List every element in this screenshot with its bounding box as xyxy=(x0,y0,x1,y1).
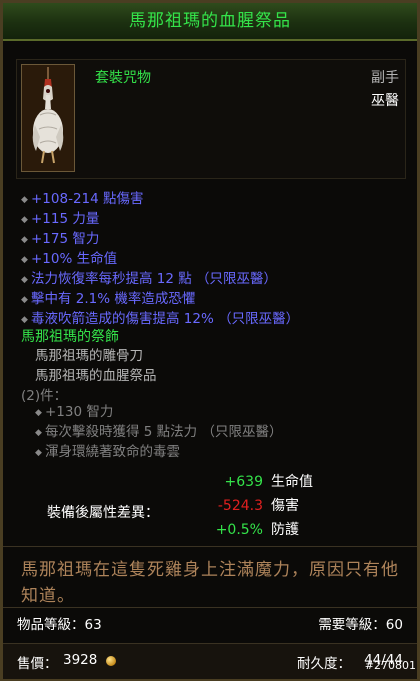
affix-line: ◆ 法力恢復率每秒提高 12 點 （只限巫醫） xyxy=(21,269,299,289)
gold-coin-icon xyxy=(106,656,116,666)
price-value: 3928 xyxy=(63,652,98,668)
set-bonus-line: ◆ +130 智力 xyxy=(35,402,282,422)
affix-line: ◆ +108-214 點傷害 xyxy=(21,189,299,209)
bottom-bar: 售價： 3928 耐久度： 44/44 xyxy=(3,643,417,679)
stat-comparison: 裝備後屬性差異： +639 生命值 -524.3 傷害 +0.5% 防護 xyxy=(3,469,417,545)
diamond-bullet-icon: ◆ xyxy=(21,255,28,265)
item-type: 套裝咒物 xyxy=(95,70,151,86)
title-bar: 馬那祖瑪的血腥祭品 xyxy=(3,3,417,41)
set-bonus-line: ◆ 每次擊殺時獲得 5 點法力 （只限巫醫） xyxy=(35,422,282,442)
set-bonus-line: ◆ 渾身環繞著致命的毒雲 xyxy=(35,442,282,462)
comparison-row: +0.5% 防護 xyxy=(3,519,417,541)
set-name: 馬那祖瑪的祭飾 xyxy=(21,329,119,345)
item-name: 馬那祖瑪的血腥祭品 xyxy=(129,11,291,31)
diamond-bullet-icon: ◆ xyxy=(21,295,28,305)
item-header: 套裝咒物 副手 巫醫 xyxy=(16,59,406,179)
durability-label: 耐久度： xyxy=(297,656,351,672)
comparison-value: -524.3 xyxy=(217,498,263,514)
comparison-stat: 防護 xyxy=(271,522,299,538)
class-restriction: 巫醫 xyxy=(371,93,399,109)
diamond-bullet-icon: ◆ xyxy=(21,275,28,285)
diamond-bullet-icon: ◆ xyxy=(35,428,42,438)
required-level: 需要等級：60 xyxy=(318,617,403,633)
item-icon xyxy=(21,64,75,172)
item-id: #270801 xyxy=(364,659,416,672)
item-level: 物品等級：63 xyxy=(17,617,102,633)
diamond-bullet-icon: ◆ xyxy=(21,235,28,245)
affix-line: ◆ +10% 生命值 xyxy=(21,249,299,269)
comparison-stat: 生命值 xyxy=(271,474,313,490)
set-item-list: 馬那祖瑪的雕骨刀 馬那祖瑪的血腥祭品 xyxy=(35,346,157,386)
item-tooltip: 馬那祖瑪的血腥祭品 套裝咒物 副手 巫醫 ◆ +108-214 點傷害 ◆ +1… xyxy=(0,0,420,681)
diamond-bullet-icon: ◆ xyxy=(35,408,42,418)
set-bonus-label: (2)件： xyxy=(21,388,68,404)
comparison-value: +639 xyxy=(224,474,263,490)
affix-line: ◆ +175 智力 xyxy=(21,229,299,249)
set-item: 馬那祖瑪的血腥祭品 xyxy=(35,368,157,384)
diamond-bullet-icon: ◆ xyxy=(21,215,28,225)
dead-chicken-icon xyxy=(32,67,64,164)
item-slot: 副手 xyxy=(371,70,399,86)
diamond-bullet-icon: ◆ xyxy=(35,448,42,458)
affix-list: ◆ +108-214 點傷害 ◆ +115 力量 ◆ +175 智力 ◆ +10% 生命… xyxy=(21,189,299,329)
level-row: 物品等級：63 需要等級：60 xyxy=(3,607,417,634)
flavor-text: 馬那祖瑪在這隻死雞身上注滿魔力，原因只有他知道。 xyxy=(21,560,399,606)
comparison-value: +0.5% xyxy=(215,522,263,538)
comparison-row: -524.3 傷害 xyxy=(3,495,417,517)
diamond-bullet-icon: ◆ xyxy=(21,195,28,205)
affix-line: ◆ 擊中有 2.1% 機率造成恐懼 xyxy=(21,289,299,309)
price-label: 售價： xyxy=(17,656,58,672)
affix-line: ◆ +115 力量 xyxy=(21,209,299,229)
set-item: 馬那祖瑪的雕骨刀 xyxy=(35,348,143,364)
set-bonus-list: ◆ +130 智力 ◆ 每次擊殺時獲得 5 點法力 （只限巫醫） ◆ 渾身環繞著致命的… xyxy=(35,402,282,462)
flavor-section: 馬那祖瑪在這隻死雞身上注滿魔力，原因只有他知道。 xyxy=(3,546,417,607)
comparison-stat: 傷害 xyxy=(271,498,299,514)
